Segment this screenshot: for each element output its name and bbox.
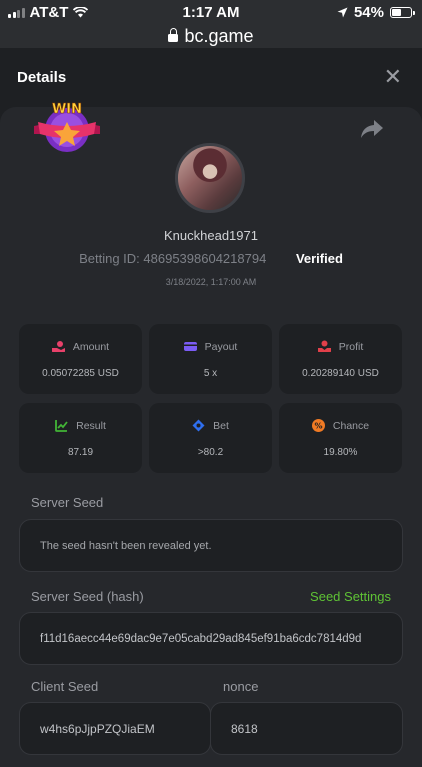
server-seed-field: The seed hasn't been revealed yet.: [19, 519, 403, 572]
server-seed-hash-field[interactable]: f11d16aecc44e69dac9e7e05cabd29ad845ef91b…: [19, 612, 403, 665]
hand-coin-icon: [51, 341, 65, 352]
close-icon[interactable]: ✕: [384, 66, 402, 88]
svg-text:%: %: [314, 422, 322, 431]
seed-settings-link[interactable]: Seed Settings: [310, 589, 391, 604]
server-seed-label: Server Seed: [31, 495, 104, 510]
amount-stat: Amount 0.05072285 USD: [19, 324, 142, 394]
amount-value: 0.05072285 USD: [42, 368, 119, 379]
result-stat: Result 87.19: [19, 403, 142, 473]
username[interactable]: Knuckhead1971: [0, 228, 422, 243]
percent-icon: %: [311, 419, 325, 432]
client-seed-label: Client Seed: [31, 679, 99, 694]
chance-stat: % Chance 19.80%: [279, 403, 402, 473]
nonce-field[interactable]: 8618: [210, 702, 403, 755]
ticket-icon: [192, 419, 205, 432]
bet-value: >80.2: [197, 447, 224, 458]
bet-stat: Bet >80.2: [149, 403, 272, 473]
payout-label: Payout: [204, 340, 238, 353]
location-arrow-icon: [337, 7, 348, 18]
battery-icon: [390, 7, 415, 18]
wallet-card-icon: [183, 342, 197, 351]
chance-value: 19.80%: [323, 447, 358, 458]
payout-stat: Payout 5 x: [149, 324, 272, 394]
bet-label: Bet: [213, 419, 229, 432]
page-title: Details: [17, 69, 67, 86]
amount-label: Amount: [72, 340, 110, 353]
win-badge-text: WIN: [52, 102, 82, 117]
win-badge-icon: WIN: [34, 102, 100, 152]
share-icon[interactable]: [360, 118, 384, 140]
betting-id: Betting ID: 48695398604218794: [79, 251, 267, 266]
payout-value: 5 x: [203, 368, 218, 379]
hand-money-icon: [317, 340, 331, 352]
battery-level: [392, 9, 401, 16]
url-text: bc.game: [184, 25, 254, 46]
result-label: Result: [76, 419, 106, 432]
chance-label: Chance: [332, 419, 370, 432]
profit-stat: Profit 0.20289140 USD: [279, 324, 402, 394]
profit-value: 0.20289140 USD: [302, 368, 379, 379]
details-header: Details ✕: [0, 48, 422, 108]
chart-check-icon: [55, 420, 68, 432]
status-bar: AT&T 1:17 AM 54%: [0, 0, 422, 24]
battery-percent: 54%: [353, 4, 384, 21]
status-right: 54%: [337, 4, 415, 21]
url-bar[interactable]: bc.game: [0, 24, 422, 48]
lock-icon: [168, 28, 179, 42]
verified-label[interactable]: Verified: [296, 251, 343, 266]
bet-datetime: 3/18/2022, 1:17:00 AM: [165, 277, 257, 287]
client-seed-field[interactable]: w4hs6pJjpPZQJiaEM: [19, 702, 211, 755]
nonce-label: nonce: [223, 679, 259, 694]
betting-id-row: Betting ID: 48695398604218794 Verified: [0, 251, 422, 266]
avatar: [175, 143, 245, 213]
profit-label: Profit: [338, 340, 364, 353]
server-seed-hash-label: Server Seed (hash): [31, 589, 144, 604]
result-value: 87.19: [67, 447, 94, 458]
